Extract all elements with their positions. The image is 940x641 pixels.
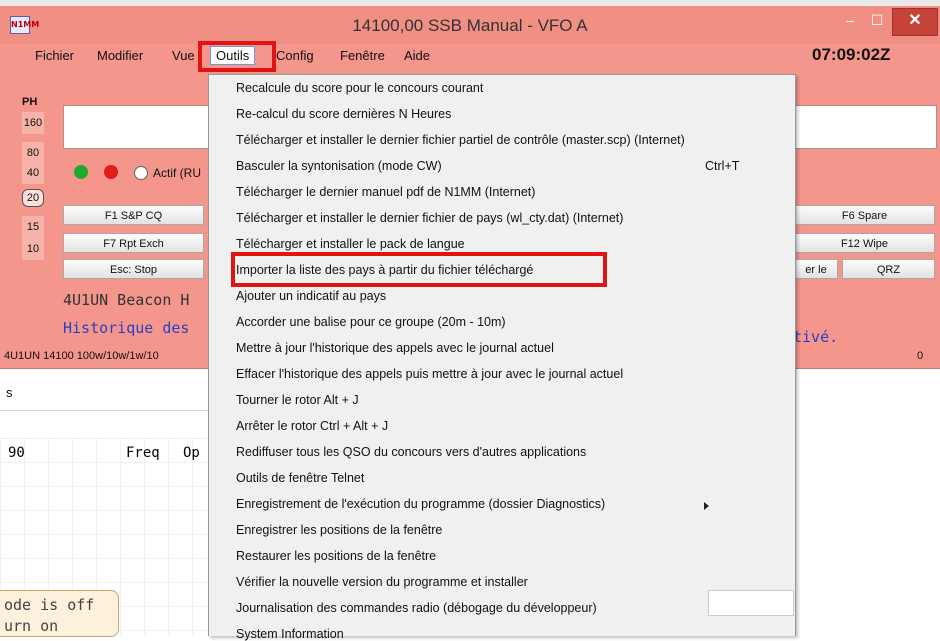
- window-title: 14100,00 SSB Manual - VFO A: [352, 16, 588, 35]
- qrz-button[interactable]: QRZ: [842, 259, 935, 279]
- band-20-selected[interactable]: 20: [22, 189, 44, 207]
- menu-modifier[interactable]: Modifier: [97, 48, 143, 63]
- menu-fenetre[interactable]: Fenêtre: [340, 48, 385, 63]
- shortcut-ctrl-t: Ctrl+T: [705, 159, 740, 173]
- menu-item-recalcul-n-heures[interactable]: Re-calcul du score dernières N Heures: [236, 107, 451, 121]
- maximize-button[interactable]: ☐: [864, 8, 890, 34]
- menu-item-enregistrement-execution[interactable]: Enregistrement de l'exécution du program…: [236, 497, 605, 511]
- menu-item-enregistrer-positions[interactable]: Enregistrer les positions de la fenêtre: [236, 523, 442, 537]
- history-info-text: Historique des: [63, 319, 190, 337]
- log-col-freq: Freq: [126, 445, 160, 461]
- green-status-dot: [74, 165, 88, 179]
- submenu-arrow-icon: [704, 502, 709, 510]
- red-status-dot: [104, 165, 118, 179]
- status-text: 4U1UN 14100 100w/10w/1w/10: [4, 350, 159, 362]
- menu-item-manuel-pdf[interactable]: Télécharger le dernier manuel pdf de N1M…: [236, 185, 535, 199]
- log-col-0: 90: [8, 445, 25, 461]
- menu-aide[interactable]: Aide: [404, 48, 430, 63]
- log-tab-label: s: [6, 385, 13, 400]
- menu-item-restaurer-positions[interactable]: Restaurer les positions de la fenêtre: [236, 549, 436, 563]
- menu-item-pack-langue[interactable]: Télécharger et installer le pack de lang…: [236, 237, 465, 251]
- tip-line-2: urn on: [4, 617, 59, 635]
- esc-stop-button[interactable]: Esc: Stop: [63, 259, 204, 279]
- band-15[interactable]: 15: [22, 216, 44, 238]
- outils-dropdown-menu: Recalcule du score pour le concours cour…: [208, 74, 796, 641]
- menu-item-maj-historique[interactable]: Mettre à jour l'historique des appels av…: [236, 341, 554, 355]
- menu-item-arreter-rotor[interactable]: Arrêter le rotor Ctrl + Alt + J: [236, 419, 388, 433]
- blank-side-field: [708, 590, 794, 616]
- menu-item-system-information[interactable]: System Information: [236, 627, 344, 641]
- menu-item-rediffuser-qso[interactable]: Rediffuser tous les QSO du concours vers…: [236, 445, 586, 459]
- log-divider: [0, 410, 210, 411]
- menu-item-telnet[interactable]: Outils de fenêtre Telnet: [236, 471, 364, 485]
- mode-label: PH: [22, 96, 38, 108]
- log-col-op: Op: [183, 445, 200, 461]
- menu-item-tourner-rotor[interactable]: Tourner le rotor Alt + J: [236, 393, 359, 407]
- band-10[interactable]: 10: [22, 238, 44, 260]
- f1-button[interactable]: F1 S&P CQ: [63, 205, 204, 225]
- f7-button[interactable]: F7 Rpt Exch: [63, 233, 204, 253]
- f12-button[interactable]: F12 Wipe: [794, 233, 935, 253]
- enter-le-button[interactable]: er le: [794, 259, 838, 279]
- menu-vue[interactable]: Vue: [172, 48, 195, 63]
- outils-highlight-box: [198, 41, 276, 72]
- band-80[interactable]: 80: [22, 142, 44, 164]
- menu-item-basculer-syntonisation[interactable]: Basculer la syntonisation (mode CW): [236, 159, 442, 173]
- import-item-highlight-box: [231, 252, 607, 287]
- close-button[interactable]: ✕: [892, 8, 938, 36]
- minimize-button[interactable]: –: [836, 8, 864, 34]
- actif-radio[interactable]: [134, 166, 148, 180]
- menu-config[interactable]: Config: [276, 48, 314, 63]
- menu-item-fichier-pays[interactable]: Télécharger et installer le dernier fich…: [236, 211, 623, 225]
- band-40[interactable]: 40: [22, 162, 44, 184]
- actif-label: Actif (RU: [153, 166, 201, 180]
- menu-fichier[interactable]: Fichier: [35, 48, 74, 63]
- menu-item-accorder-balise[interactable]: Accorder une balise pour ce groupe (20m …: [236, 315, 506, 329]
- f6-button[interactable]: F6 Spare: [794, 205, 935, 225]
- menu-item-effacer-historique[interactable]: Effacer l'historique des appels puis met…: [236, 367, 623, 381]
- tip-line-1: ode is off: [4, 596, 95, 614]
- band-160[interactable]: 160: [22, 112, 44, 134]
- beacon-info-text: 4U1UN Beacon H: [63, 291, 190, 309]
- history-info-tail: tivé.: [793, 328, 839, 346]
- menu-item-recalcule-score[interactable]: Recalcule du score pour le concours cour…: [236, 81, 483, 95]
- utc-clock: 07:09:02Z: [812, 45, 891, 64]
- menu-item-verifier-version[interactable]: Vérifier la nouvelle version du programm…: [236, 575, 528, 589]
- menu-item-master-scp[interactable]: Télécharger et installer le dernier fich…: [236, 133, 685, 147]
- menu-item-journalisation-radio[interactable]: Journalisation des commandes radio (débo…: [236, 601, 597, 615]
- menu-item-ajouter-indicatif[interactable]: Ajouter un indicatif au pays: [236, 289, 386, 303]
- status-count: 0: [917, 350, 924, 362]
